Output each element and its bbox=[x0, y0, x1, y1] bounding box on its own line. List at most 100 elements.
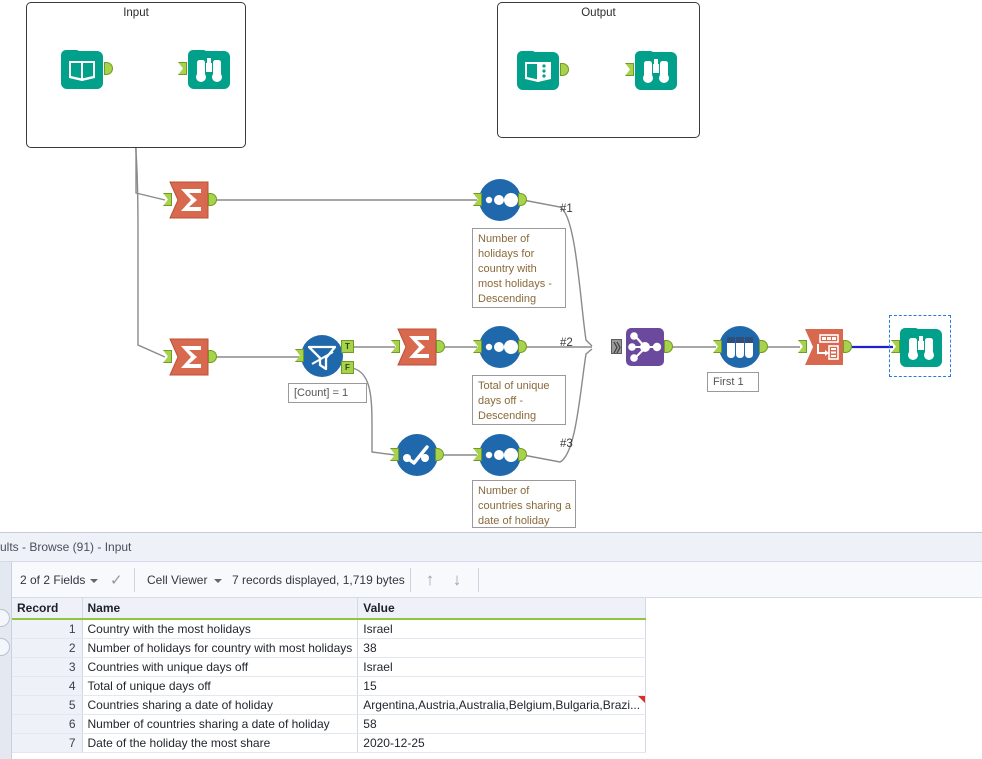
cell-name[interactable]: Date of the holiday the most share bbox=[82, 733, 359, 753]
arrow-up-icon[interactable]: ↑ bbox=[420, 570, 440, 590]
tool-sort-2[interactable] bbox=[473, 325, 527, 369]
tool-summarize-1[interactable] bbox=[163, 178, 217, 222]
results-data-grid[interactable]: Record Name Value 1 Country with the mos… bbox=[12, 598, 982, 759]
sigma-icon bbox=[397, 328, 437, 366]
tool-sample[interactable] bbox=[713, 325, 768, 369]
data-table: Record Name Value 1 Country with the mos… bbox=[12, 598, 647, 753]
output-anchor[interactable] bbox=[208, 193, 217, 206]
cell-record: 1 bbox=[12, 619, 83, 639]
column-header-record[interactable]: Record bbox=[12, 598, 83, 620]
sort-dots-icon bbox=[479, 434, 521, 476]
output-anchor[interactable] bbox=[208, 350, 217, 363]
cell-viewer-selector[interactable]: Cell Viewer bbox=[147, 573, 207, 587]
results-titlebar[interactable]: ults - Browse (91) - Input bbox=[0, 533, 982, 562]
table-row[interactable]: 5 Countries sharing a date of holiday Ar… bbox=[12, 695, 647, 715]
cell-name[interactable]: Countries with unique days off bbox=[82, 657, 359, 677]
cell-value[interactable]: 2020-12-25 bbox=[357, 733, 647, 753]
column-header-value[interactable]: Value bbox=[357, 598, 647, 620]
input-container-title: Input bbox=[123, 7, 149, 19]
tool-browse-input[interactable] bbox=[178, 47, 231, 91]
cell-value[interactable]: Argentina,Austria,Australia,Belgium,Bulg… bbox=[357, 695, 647, 715]
arrow-down-icon[interactable]: ↓ bbox=[447, 570, 467, 590]
check-icon[interactable]: ✓ bbox=[110, 571, 123, 589]
fields-selector[interactable]: 2 of 2 Fields bbox=[20, 573, 85, 587]
cell-record: 5 bbox=[12, 695, 83, 715]
tool-summarize-3[interactable] bbox=[391, 325, 445, 369]
output-anchor[interactable] bbox=[843, 340, 852, 353]
rail-icon-1[interactable] bbox=[0, 609, 10, 627]
results-left-rail[interactable] bbox=[0, 562, 12, 759]
output-anchor[interactable] bbox=[759, 340, 768, 353]
tool-summarize-2[interactable] bbox=[163, 335, 217, 379]
table-row[interactable]: 1 Country with the most holidays Israel bbox=[12, 619, 647, 639]
tool-sort-3[interactable] bbox=[473, 433, 527, 477]
book-dots-icon bbox=[517, 50, 559, 90]
annot-sample: First 1 bbox=[707, 372, 759, 392]
results-toolbar: 2 of 2 Fields ✓ Cell Viewer 7 records di… bbox=[0, 562, 982, 598]
union-multi-input-anchor[interactable] bbox=[611, 339, 622, 354]
tool-unique[interactable] bbox=[390, 433, 444, 477]
union-node-icon bbox=[626, 328, 664, 366]
rail-icon-2[interactable] bbox=[0, 638, 10, 656]
output-anchor[interactable] bbox=[518, 193, 527, 206]
tool-union[interactable] bbox=[611, 325, 673, 369]
cell-record: 2 bbox=[12, 638, 83, 658]
connection-label-3: #3 bbox=[560, 438, 573, 450]
annot-sort-2: Total of unique days off - Descending bbox=[472, 375, 566, 425]
cell-record: 6 bbox=[12, 714, 83, 734]
test-tubes-icon bbox=[719, 326, 761, 368]
tool-filter[interactable]: T F bbox=[295, 334, 354, 378]
column-header-name[interactable]: Name bbox=[82, 598, 359, 620]
book-icon bbox=[61, 49, 103, 89]
cell-value[interactable]: 38 bbox=[357, 638, 647, 658]
connection-label-2: #2 bbox=[560, 337, 573, 349]
binoculars-icon bbox=[188, 49, 230, 89]
binoculars-icon bbox=[635, 50, 677, 90]
tool-sort-1[interactable] bbox=[473, 178, 527, 222]
toolbar-divider bbox=[410, 568, 411, 592]
output-anchor[interactable] bbox=[518, 448, 527, 461]
table-row[interactable]: 4 Total of unique days off 15 bbox=[12, 676, 647, 696]
annot-sort-1: Number of holidays for country with most… bbox=[472, 228, 566, 308]
workflow-canvas[interactable]: Input Output T F [Count] = 1 Number of h… bbox=[0, 0, 982, 532]
alteryx-designer-window: Input Output T F [Count] = 1 Number of h… bbox=[0, 0, 982, 759]
tool-transpose[interactable] bbox=[798, 325, 852, 369]
chevron-down-icon[interactable] bbox=[90, 579, 98, 583]
cell-value[interactable]: Israel bbox=[357, 619, 647, 639]
output-anchor[interactable] bbox=[518, 340, 527, 353]
cell-value[interactable]: 15 bbox=[357, 676, 647, 696]
output-container-title: Output bbox=[581, 7, 616, 19]
cell-name[interactable]: Countries sharing a date of holiday bbox=[82, 695, 359, 715]
tool-browse-output[interactable] bbox=[625, 48, 678, 92]
sigma-icon bbox=[169, 338, 209, 376]
cell-name[interactable]: Number of holidays for country with most… bbox=[82, 638, 359, 658]
annot-sort-3: Number of countries sharing a date of ho… bbox=[472, 480, 576, 528]
toolbar-divider bbox=[134, 568, 135, 592]
output-anchor[interactable] bbox=[435, 448, 444, 461]
cell-name[interactable]: Country with the most holidays bbox=[82, 619, 359, 639]
chevron-down-icon[interactable] bbox=[214, 579, 222, 583]
cell-value[interactable]: 58 bbox=[357, 714, 647, 734]
sort-dots-icon bbox=[479, 326, 521, 368]
cell-value[interactable]: Israel bbox=[357, 657, 647, 677]
sigma-icon bbox=[169, 181, 209, 219]
filter-true-anchor[interactable]: T bbox=[341, 340, 354, 353]
output-anchor[interactable] bbox=[664, 340, 673, 353]
table-row[interactable]: 7 Date of the holiday the most share 202… bbox=[12, 733, 647, 753]
funnel-icon bbox=[301, 335, 343, 377]
cell-record: 3 bbox=[12, 657, 83, 677]
tool-browse-final[interactable] bbox=[889, 315, 951, 377]
tool-input-data[interactable] bbox=[60, 47, 113, 91]
cell-name[interactable]: Number of countries sharing a date of ho… bbox=[82, 714, 359, 734]
truncated-indicator-icon bbox=[638, 696, 645, 703]
filter-false-anchor[interactable]: F bbox=[341, 361, 354, 374]
output-anchor[interactable] bbox=[436, 340, 445, 353]
results-panel: ults - Browse (91) - Input 2 of 2 Fields… bbox=[0, 532, 982, 759]
cell-name[interactable]: Total of unique days off bbox=[82, 676, 359, 696]
input-anchor[interactable] bbox=[891, 340, 900, 353]
binoculars-icon bbox=[900, 327, 942, 367]
table-row[interactable]: 2 Number of holidays for country with mo… bbox=[12, 638, 647, 658]
table-row[interactable]: 6 Number of countries sharing a date of … bbox=[12, 714, 647, 734]
tool-text-input[interactable] bbox=[516, 48, 569, 92]
table-row[interactable]: 3 Countries with unique days off Israel bbox=[12, 657, 647, 677]
